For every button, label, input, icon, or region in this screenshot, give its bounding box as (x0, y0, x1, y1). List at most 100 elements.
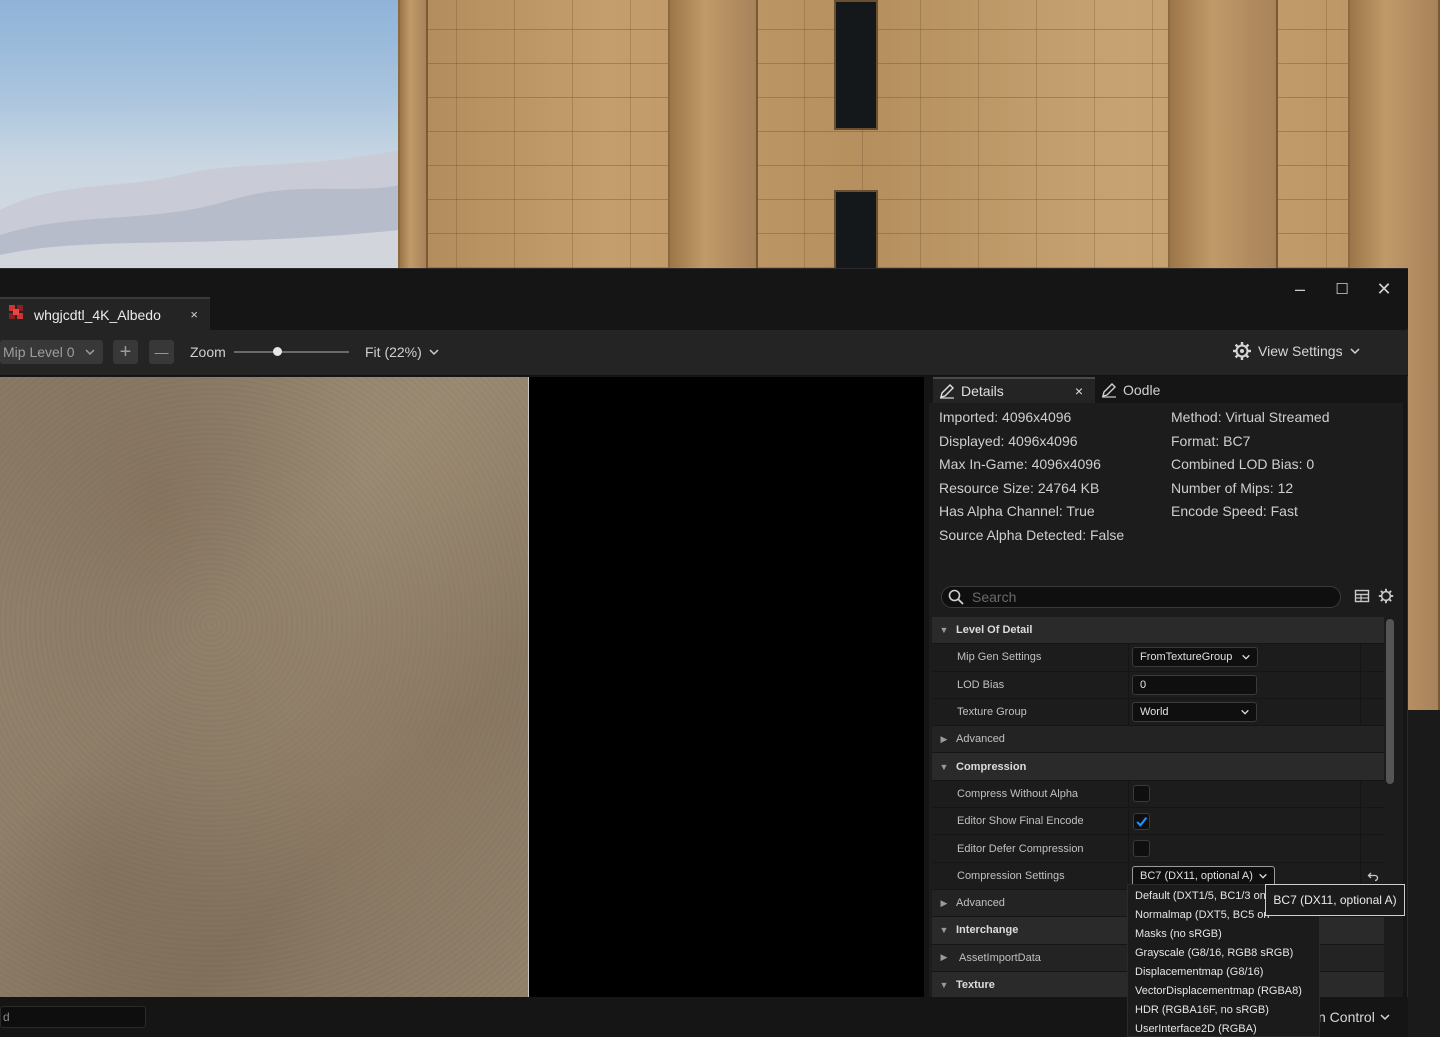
info-encode-speed: Encode Speed: Fast (1171, 503, 1298, 519)
tab-details-close-icon[interactable]: × (1075, 383, 1083, 399)
console-command-input[interactable]: d (0, 1006, 146, 1028)
asset-tab[interactable]: whgjcdtl_4K_Albedo × (0, 297, 210, 330)
chevron-down-icon (85, 349, 95, 356)
zoom-in-button[interactable]: + (113, 340, 138, 364)
close-window-button[interactable]: ✕ (1369, 277, 1399, 301)
dropdown-option[interactable]: VectorDisplacementmap (RGBA8) (1128, 982, 1319, 1001)
info-has-alpha: Has Alpha Channel: True (939, 503, 1095, 519)
info-num-mips: Number of Mips: 12 (1171, 479, 1294, 496)
gear-icon[interactable] (1378, 588, 1394, 609)
editor-toolbar: Mip Level 0 + — Zoom Fit (22%) View Sett… (0, 330, 1408, 376)
title-bar: – ☐ ✕ whgjcdtl_4K_Albedo × (0, 269, 1408, 330)
combo-value: FromTextureGroup (1140, 651, 1233, 664)
tab-details[interactable]: Details × (933, 377, 1095, 403)
dropdown-option[interactable]: Displacementmap (G8/16) (1128, 963, 1319, 982)
property-lod-bias: LOD Bias 0 (932, 671, 1384, 699)
category-label: Interchange (956, 924, 1019, 937)
property-label: Texture Group (957, 706, 1027, 719)
section-advanced[interactable]: ▶ Advanced (932, 726, 1384, 754)
dropdown-option[interactable]: Grayscale (G8/16, RGB8 sRGB) (1128, 944, 1319, 963)
source-control-label: n Control (1318, 1009, 1375, 1025)
details-tab-bar: Details × Oodle (929, 377, 1403, 403)
asset-tab-close-icon[interactable]: × (190, 307, 198, 322)
details-pencil-icon (1102, 383, 1116, 398)
info-source-alpha: Source Alpha Detected: False (939, 526, 1125, 543)
editor-show-final-encode-checkbox[interactable] (1133, 812, 1150, 830)
collapsed-arrow-icon: ▶ (940, 952, 948, 963)
property-editor-show-final-encode: Editor Show Final Encode (932, 808, 1384, 836)
dropdown-option[interactable]: Masks (no sRGB) (1128, 925, 1319, 944)
texture-asset-icon (8, 304, 24, 325)
chevron-down-icon (1350, 348, 1360, 355)
info-left-column: Imported: 4096x4096 Displayed: 4096x4096… (939, 409, 1124, 550)
reset-arrow-icon[interactable] (1367, 870, 1379, 882)
details-pencil-icon (940, 384, 954, 399)
search-icon (948, 589, 964, 605)
tab-oodle[interactable]: Oodle (1101, 377, 1160, 403)
combo-value: World (1140, 706, 1169, 719)
info-method: Method: Virtual Streamed (1171, 409, 1330, 425)
lod-bias-field[interactable]: 0 (1132, 674, 1257, 695)
compress-without-alpha-checkbox[interactable] (1133, 785, 1150, 803)
asset-tab-title: whgjcdtl_4K_Albedo (34, 306, 161, 323)
section-label: Advanced (956, 897, 1005, 910)
expanded-arrow-icon: ▼ (939, 925, 949, 936)
chevron-down-icon (1242, 655, 1250, 661)
details-scrollbar[interactable] (1386, 619, 1394, 784)
expanded-arrow-icon: ▼ (939, 761, 949, 772)
chevron-down-icon (1380, 1014, 1390, 1021)
chevron-down-icon (1241, 709, 1249, 715)
property-label: Editor Show Final Encode (957, 815, 1084, 828)
property-mip-gen-settings: Mip Gen Settings FromTextureGroup (932, 644, 1384, 672)
collapsed-arrow-icon: ▶ (940, 733, 948, 744)
category-level-of-detail[interactable]: ▼ Level Of Detail (932, 617, 1384, 645)
desert-dunes (0, 150, 400, 270)
editor-defer-compression-checkbox[interactable] (1133, 840, 1150, 858)
section-label: AssetImportData (959, 951, 1041, 964)
expanded-arrow-icon: ▼ (939, 980, 949, 990)
table-view-icon[interactable] (1354, 588, 1370, 609)
maximize-button[interactable]: ☐ (1327, 277, 1357, 301)
chevron-down-icon (429, 349, 439, 356)
texture-viewport[interactable] (0, 377, 924, 997)
dropdown-option[interactable]: UserInterface2D (RGBA) (1128, 1020, 1319, 1037)
mip-gen-settings-combo[interactable]: FromTextureGroup (1132, 647, 1258, 668)
window-opening (834, 0, 878, 130)
info-right-column: Method: Virtual Streamed Format: BC7 Com… (1171, 409, 1330, 527)
zoom-label: Zoom (190, 344, 226, 360)
texture-group-combo[interactable]: World (1132, 702, 1257, 723)
mip-level-dropdown[interactable]: Mip Level 0 (0, 340, 103, 364)
property-label: LOD Bias (957, 678, 1005, 691)
info-lod-bias: Combined LOD Bias: 0 (1171, 456, 1315, 472)
info-resource-size: Resource Size: 24764 KB (939, 479, 1100, 496)
property-texture-group: Texture Group World (932, 698, 1384, 727)
source-control-button[interactable]: n Control (1318, 1009, 1391, 1025)
info-imported: Imported: 4096x4096 (939, 409, 1072, 425)
zoom-slider-thumb[interactable] (273, 347, 283, 356)
category-label: Compression (956, 760, 1027, 773)
tab-details-label: Details (961, 383, 1004, 399)
window-opening (834, 190, 878, 270)
details-search-input[interactable] (972, 589, 1332, 605)
mip-level-label: Mip Level 0 (3, 344, 75, 360)
chevron-down-icon (1259, 873, 1267, 879)
compression-settings-combo[interactable]: BC7 (DX11, optional A) (1132, 865, 1275, 886)
zoom-out-button[interactable]: — (149, 340, 174, 364)
texture-preview (0, 377, 529, 997)
collapsed-arrow-icon: ▶ (940, 897, 948, 908)
details-search-box[interactable] (941, 586, 1341, 608)
gear-icon (1233, 342, 1251, 360)
checkmark-icon (1136, 816, 1148, 827)
category-compression[interactable]: ▼ Compression (932, 753, 1384, 781)
info-displayed: Displayed: 4096x4096 (939, 432, 1078, 449)
property-label: Compression Settings (957, 869, 1065, 882)
dropdown-option[interactable]: HDR (RGBA16F, no sRGB) (1128, 1001, 1319, 1020)
minimize-button[interactable]: – (1285, 277, 1315, 301)
category-label: Texture (956, 979, 995, 991)
section-label: Advanced (956, 733, 1005, 746)
fit-zoom-dropdown[interactable]: Fit (22%) (365, 344, 440, 360)
zoom-slider-track[interactable] (234, 351, 349, 353)
property-label: Editor Defer Compression (957, 842, 1084, 855)
view-settings-button[interactable]: View Settings (1232, 341, 1361, 361)
info-max-ingame: Max In-Game: 4096x4096 (939, 456, 1101, 472)
